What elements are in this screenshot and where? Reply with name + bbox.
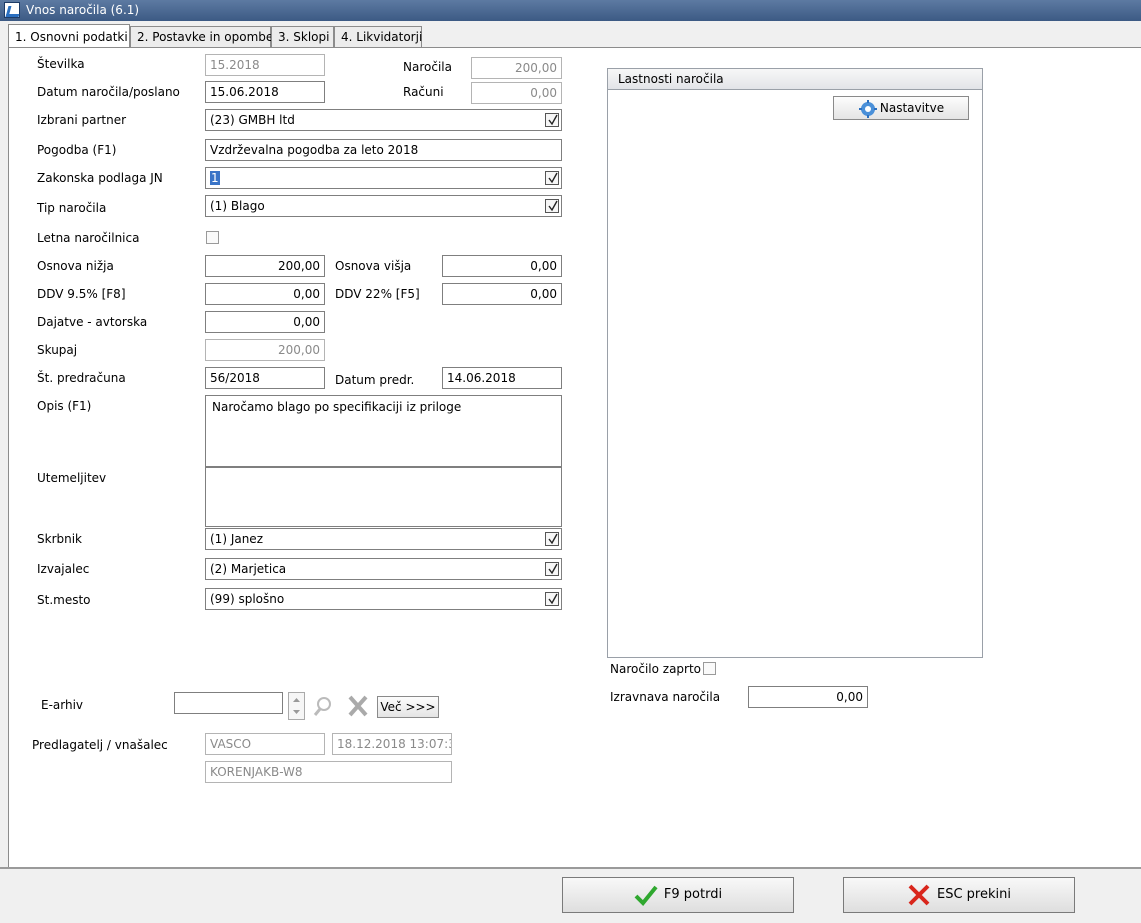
search-icon[interactable] — [311, 694, 337, 718]
stevilka-label: Številka — [37, 57, 85, 71]
nastavitve-label: Nastavitve — [879, 101, 945, 115]
stmesto-combo[interactable]: (99) splošno — [205, 588, 562, 610]
partner-combo[interactable]: (23) GMBH ltd — [205, 109, 562, 131]
vec-button[interactable]: Več >>> — [377, 696, 439, 718]
predlagatelj-host-field: KORENJAKB-W8 — [205, 761, 452, 783]
partner-value: (23) GMBH ltd — [210, 113, 295, 127]
osnova-nizja-field[interactable]: 200,00 — [205, 255, 325, 277]
earhiv-input[interactable] — [174, 692, 283, 714]
cancel-button[interactable]: ESC prekini — [843, 877, 1075, 913]
skupaj-label: Skupaj — [37, 343, 78, 357]
izvajalec-dropdown-button[interactable] — [545, 562, 559, 576]
narocila-field: 200,00 — [471, 57, 562, 79]
tip-value: (1) Blago — [210, 199, 265, 213]
predracun-label: Št. predračuna — [37, 371, 126, 385]
window-title: Vnos naročila (6.1) — [26, 3, 140, 17]
utemeljitev-textarea[interactable] — [205, 467, 562, 527]
datum-field[interactable]: 15.06.2018 — [205, 81, 325, 103]
stmesto-label: St.mesto — [37, 593, 91, 607]
tip-label: Tip naročila — [37, 201, 107, 215]
podlaga-combo[interactable]: 1 — [205, 167, 562, 189]
app-icon — [4, 2, 20, 18]
spinner-arrows-icon — [293, 698, 300, 714]
partner-dropdown-button[interactable] — [545, 113, 559, 127]
racuni-label: Računi — [403, 85, 444, 99]
delete-icon[interactable] — [345, 694, 371, 718]
osnova-visja-label: Osnova višja — [335, 259, 412, 273]
ddv95-field[interactable]: 0,00 — [205, 283, 325, 305]
predlagatelj-timestamp-field: 18.12.2018 13:07:3 — [332, 733, 452, 755]
izvajalec-combo[interactable]: (2) Marjetica — [205, 558, 562, 580]
check-arrow-icon — [548, 593, 558, 605]
pogodba-field[interactable]: Vzdrževalna pogodba za leto 2018 — [205, 139, 562, 161]
close-icon — [908, 884, 930, 905]
ddv95-label: DDV 9.5% [F8] — [37, 287, 126, 301]
stmesto-dropdown-button[interactable] — [545, 592, 559, 606]
stmesto-value: (99) splošno — [210, 592, 285, 606]
confirm-button[interactable]: F9 potrdi — [562, 877, 794, 913]
earhiv-label: E-arhiv — [41, 698, 84, 712]
footer-bar: F9 potrdi ESC prekini — [0, 867, 1141, 923]
gear-icon — [858, 99, 877, 118]
main-panel: Številka 15.2018 Naročila 200,00 Datum n… — [8, 47, 1141, 867]
osnova-nizja-label: Osnova nižja — [37, 259, 114, 273]
tab-sklopi[interactable]: 3. Sklopi — [271, 26, 334, 47]
podlaga-value: 1 — [210, 171, 220, 185]
datum-predr-field[interactable]: 14.06.2018 — [442, 367, 562, 389]
podlaga-dropdown-button[interactable] — [545, 171, 559, 185]
stevilka-field: 15.2018 — [205, 54, 325, 76]
earhiv-spinner[interactable] — [288, 692, 305, 720]
izravnava-field[interactable]: 0,00 — [748, 686, 868, 708]
nastavitve-button[interactable]: Nastavitve — [833, 96, 969, 120]
tip-dropdown-button[interactable] — [545, 199, 559, 213]
partner-label: Izbrani partner — [37, 113, 127, 127]
letna-label: Letna naročilnica — [37, 231, 140, 245]
izvajalec-value: (2) Marjetica — [210, 562, 287, 576]
skupaj-field: 200,00 — [205, 339, 325, 361]
datum-predr-label: Datum predr. — [335, 373, 415, 387]
check-arrow-icon — [548, 200, 558, 212]
lastnosti-title: Lastnosti naročila — [608, 69, 982, 90]
opis-textarea[interactable]: Naročamo blago po specifikaciji iz prilo… — [205, 395, 562, 467]
cancel-label: ESC prekini — [937, 887, 1011, 902]
check-arrow-icon — [548, 114, 558, 126]
predlagatelj-label: Predlagatelj / vnašalec — [32, 738, 168, 752]
pogodba-label: Pogodba (F1) — [37, 143, 117, 157]
tip-combo[interactable]: (1) Blago — [205, 195, 562, 217]
tab-postavke-in-opombe[interactable]: 2. Postavke in opombe — [130, 26, 273, 47]
check-arrow-icon — [548, 172, 558, 184]
lastnosti-group: Lastnosti naročila Nastavitve — [607, 68, 983, 658]
zaprto-label: Naročilo zaprto — [610, 662, 702, 676]
izvajalec-label: Izvajalec — [37, 562, 90, 576]
racuni-field: 0,00 — [471, 82, 562, 104]
osnova-visja-field[interactable]: 0,00 — [442, 255, 562, 277]
ddv22-field[interactable]: 0,00 — [442, 283, 562, 305]
skrbnik-combo[interactable]: (1) Janez — [205, 528, 562, 550]
skrbnik-label: Skrbnik — [37, 532, 83, 546]
zaprto-checkbox[interactable] — [703, 662, 716, 675]
check-icon — [634, 885, 658, 906]
title-bar[interactable]: Vnos naročila (6.1) — [0, 0, 1141, 21]
narocila-label: Naročila — [403, 60, 452, 74]
izravnava-label: Izravnava naročila — [610, 690, 721, 704]
check-arrow-icon — [548, 563, 558, 575]
tab-osnovni-podatki[interactable]: 1. Osnovni podatki — [8, 24, 130, 48]
dajatve-label: Dajatve - avtorska — [37, 315, 148, 329]
predracun-field[interactable]: 56/2018 — [205, 367, 325, 389]
skrbnik-value: (1) Janez — [210, 532, 263, 546]
datum-label: Datum naročila/poslano — [37, 85, 180, 99]
confirm-label: F9 potrdi — [663, 887, 723, 902]
podlaga-label: Zakonska podlaga JN — [37, 171, 163, 185]
utemeljitev-label: Utemeljitev — [37, 471, 107, 485]
opis-label: Opis (F1) — [37, 399, 92, 413]
ddv22-label: DDV 22% [F5] — [335, 287, 420, 301]
skrbnik-dropdown-button[interactable] — [545, 532, 559, 546]
check-arrow-icon — [548, 533, 558, 545]
letna-checkbox[interactable] — [206, 231, 219, 244]
predlagatelj-user-field: VASCO — [205, 733, 325, 755]
tab-likvidatorji[interactable]: 4. Likvidatorji — [334, 26, 422, 47]
dajatve-field[interactable]: 0,00 — [205, 311, 325, 333]
